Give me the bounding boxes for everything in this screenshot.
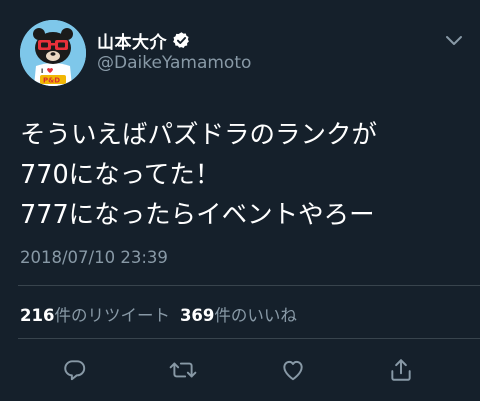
- retweet-button[interactable]: [168, 355, 198, 385]
- chevron-down-icon[interactable]: [444, 33, 464, 47]
- avatar[interactable]: I P&D: [20, 20, 86, 86]
- retweets-stat[interactable]: 216 件のリツイート: [20, 302, 170, 326]
- user-handle[interactable]: @DaikeYamamoto: [97, 53, 251, 73]
- reply-icon: [64, 360, 86, 381]
- retweet-icon: [169, 362, 197, 378]
- bear-mascot-icon: I P&D: [20, 20, 86, 86]
- svg-text:P&D: P&D: [43, 77, 60, 85]
- divider: [18, 285, 480, 286]
- tweet-card: I P&D 山本大介 @DaikeYamamoto そういえばパズドラのランクが…: [0, 0, 480, 401]
- display-name[interactable]: 山本大介: [97, 28, 167, 53]
- verified-badge-icon: [172, 31, 191, 50]
- tweet-timestamp[interactable]: 2018/07/10 23:39: [20, 248, 168, 267]
- tweet-actions: [0, 355, 480, 385]
- retweets-label: 件のリツイート: [54, 306, 170, 325]
- tweet-text-line: そういえばパズドラのランクが: [20, 120, 378, 150]
- divider: [18, 338, 480, 339]
- likes-stat[interactable]: 369 件のいいね: [180, 302, 297, 326]
- tweet-stats: 216 件のリツイート 369 件のいいね: [20, 302, 297, 326]
- share-icon: [391, 359, 411, 381]
- tweet-text-line: 777になったらイベントやろー: [20, 200, 375, 230]
- svg-text:I: I: [41, 68, 43, 75]
- likes-label: 件のいいね: [214, 306, 297, 325]
- reply-button[interactable]: [60, 355, 90, 385]
- like-button[interactable]: [278, 355, 308, 385]
- likes-count: 369: [179, 306, 215, 325]
- heart-icon: [283, 360, 303, 381]
- tweet-text-line: 770になってた！: [20, 160, 221, 190]
- share-button[interactable]: [386, 355, 416, 385]
- user-name-row[interactable]: 山本大介: [97, 28, 191, 53]
- retweets-count: 216: [20, 306, 55, 325]
- tweet-text: そういえばパズドラのランクが 770になってた！ 777になったらイベントやろー: [20, 115, 470, 235]
